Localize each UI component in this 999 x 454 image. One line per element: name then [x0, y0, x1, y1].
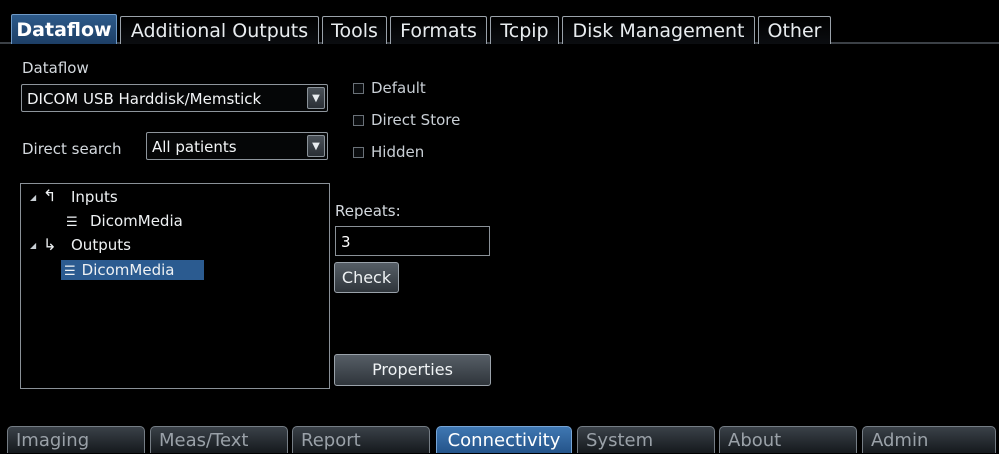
chevron-down-icon[interactable]: ▼ — [307, 135, 325, 157]
repeats-label: Repeats: — [335, 202, 401, 220]
tree-node-outputs-dicommedia[interactable]: ☰ DicomMedia — [61, 260, 204, 280]
tab-other[interactable]: Other — [758, 16, 831, 44]
tab-system[interactable]: System — [577, 426, 715, 453]
tab-additional-outputs[interactable]: Additional Outputs — [120, 16, 319, 44]
tab-imaging[interactable]: Imaging — [7, 426, 145, 453]
tree-node-label: DicomMedia — [81, 261, 175, 279]
tab-connectivity[interactable]: Connectivity — [436, 426, 572, 453]
tab-formats[interactable]: Formats — [390, 16, 487, 44]
direct-search-label: Direct search — [22, 140, 122, 158]
checkbox-box[interactable] — [353, 147, 364, 158]
tab-disk-management[interactable]: Disk Management — [562, 16, 755, 44]
tab-dataflow[interactable]: Dataflow — [11, 14, 117, 44]
database-icon: ☰ — [66, 215, 78, 230]
database-icon: ☰ — [64, 264, 76, 279]
direct-store-checkbox-label: Direct Store — [371, 111, 461, 129]
top-tab-bar: Dataflow Additional Outputs Tools Format… — [0, 0, 999, 44]
expand-triangle-icon[interactable]: ◢ — [30, 241, 36, 250]
tab-admin[interactable]: Admin — [862, 426, 996, 453]
properties-button[interactable]: Properties — [334, 354, 491, 386]
tab-meas-text[interactable]: Meas/Text — [150, 426, 288, 453]
dataflow-select-value: DICOM USB Harddisk/Memstick — [27, 90, 262, 108]
direct-search-select-value: All patients — [152, 138, 237, 156]
tree-node-inputs[interactable]: Inputs — [71, 187, 118, 207]
expand-triangle-icon[interactable]: ◢ — [30, 193, 36, 202]
checkbox-box[interactable] — [353, 115, 364, 126]
bottom-tab-bar: Imaging Meas/Text Report Connectivity Sy… — [0, 420, 999, 453]
dataflow-panel: Dataflow DICOM USB Harddisk/Memstick ▼ D… — [0, 44, 999, 420]
tree-node-outputs[interactable]: Outputs — [71, 235, 131, 255]
dataflow-select[interactable]: DICOM USB Harddisk/Memstick ▼ — [21, 84, 328, 112]
tab-tcpip[interactable]: Tcpip — [490, 16, 559, 44]
default-checkbox-label: Default — [371, 79, 426, 97]
input-arrow-icon: ↰ — [43, 186, 57, 205]
checkbox-box[interactable] — [353, 83, 364, 94]
tab-about[interactable]: About — [719, 426, 857, 453]
tree-node-inputs-dicommedia[interactable]: DicomMedia — [90, 211, 183, 231]
check-button[interactable]: Check — [334, 262, 399, 293]
hidden-checkbox-label: Hidden — [371, 143, 425, 161]
tab-report[interactable]: Report — [292, 426, 430, 453]
dataflow-label: Dataflow — [22, 59, 89, 77]
output-arrow-icon: ↳ — [43, 235, 57, 254]
repeats-input[interactable]: 3 — [335, 226, 490, 256]
tab-tools[interactable]: Tools — [322, 16, 387, 44]
chevron-down-icon[interactable]: ▼ — [307, 87, 325, 109]
dataflow-tree[interactable]: ◢ ↰ Inputs ☰ DicomMedia ◢ ↳ Outputs ☰ Dic… — [20, 183, 330, 389]
direct-search-select[interactable]: All patients ▼ — [146, 132, 328, 160]
